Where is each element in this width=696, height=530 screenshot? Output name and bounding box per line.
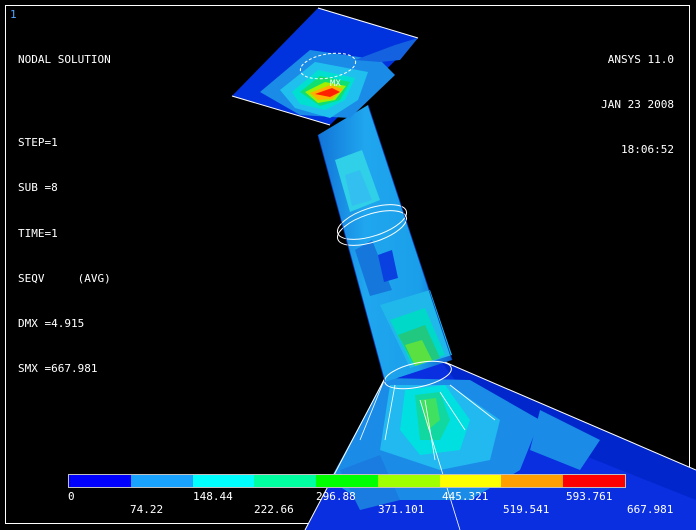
legend-label-bottom-1: 222.66: [254, 503, 294, 516]
legend-band-4: [316, 475, 378, 487]
dmx-label: DMX =4.915: [18, 316, 85, 330]
legend-band-8: [563, 475, 626, 487]
solution-title: NODAL SOLUTION: [18, 53, 111, 66]
legend-label-top-2: 296.88: [316, 490, 356, 503]
result-info-panel: NODAL SOLUTION STEP=1 SUB =8 TIME=1 SEQV…: [18, 22, 111, 406]
max-marker: MX: [330, 79, 341, 89]
legend-band-7: [501, 475, 564, 487]
legend-band-0: [69, 475, 131, 487]
contour-legend-bar: [68, 474, 626, 488]
column-pipe: [317, 104, 453, 390]
legend-band-6: [439, 475, 502, 487]
top-plate: MX: [231, 7, 419, 126]
legend-band-1: [130, 475, 193, 487]
window-number: 1: [10, 8, 17, 21]
legend-label-top-3: 445.321: [442, 490, 489, 503]
legend-band-3: [254, 475, 317, 487]
smx-label: SMX =667.981: [18, 362, 98, 376]
product-version: ANSYS 11.0: [607, 53, 674, 66]
legend-label-bottom-4: 667.981: [627, 503, 674, 516]
run-date: JAN 23 2008: [601, 98, 674, 112]
time-label: TIME=1: [18, 226, 58, 240]
ansys-graphics-window[interactable]: MX 1 NODAL SOLUTION STEP=1 SUB =8 TIME=1…: [0, 0, 696, 530]
sub-label: SUB =8: [18, 181, 58, 195]
run-time: 18:06:52: [621, 143, 674, 157]
version-info-panel: ANSYS 11.0 JAN 23 2008 18:06:52: [601, 22, 674, 188]
legend-label-top-4: 593.761: [566, 490, 613, 503]
legend-band-5: [377, 475, 440, 487]
legend-label-top-1: 148.44: [193, 490, 233, 503]
quantity-label: SEQV (AVG): [18, 271, 111, 285]
legend-label-bottom-3: 519.541: [503, 503, 550, 516]
step-label: STEP=1: [18, 136, 58, 150]
legend-label-bottom-2: 371.101: [378, 503, 425, 516]
legend-band-2: [192, 475, 255, 487]
legend-label-top-0: 0: [68, 490, 75, 503]
legend-label-bottom-0: 74.22: [130, 503, 164, 516]
